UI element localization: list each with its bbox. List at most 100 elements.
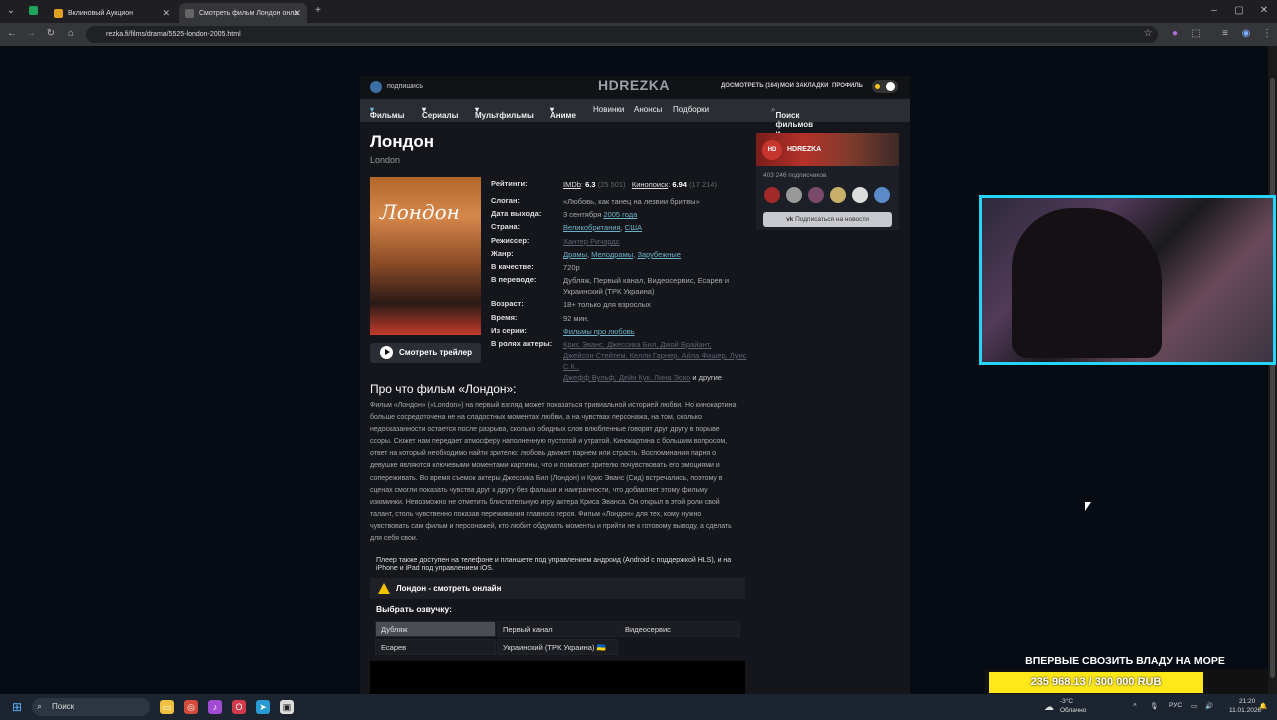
country-link[interactable]: США	[625, 223, 642, 232]
scrollbar-thumb[interactable]	[1270, 78, 1275, 678]
voice-videoservice[interactable]: Видеосервис	[619, 621, 740, 637]
bookmarks-link[interactable]: МОИ ЗАКЛАДКИ	[780, 83, 828, 89]
profile-link[interactable]: ПРОФИЛЬ	[832, 83, 863, 89]
voice-esarev[interactable]: Есарев	[375, 639, 496, 655]
language-indicator[interactable]: РУС	[1169, 702, 1182, 709]
nav-series[interactable]: Сериалы ▾	[422, 105, 458, 120]
notification-icon[interactable]: 🔔	[1259, 702, 1267, 710]
mouse-cursor-icon	[1085, 502, 1091, 511]
actors-list[interactable]: Джейсон Стейтем, Келли Гарнер, Айла Фише…	[563, 350, 748, 372]
extension-icon[interactable]: ●	[1168, 28, 1182, 39]
network-icon[interactable]: ▭	[1191, 702, 1197, 710]
series-value: Фильмы про любовь	[563, 326, 743, 337]
tab-search-icon[interactable]: ⌄	[4, 5, 18, 16]
genre-link[interactable]: Мелодрамы	[591, 250, 633, 259]
nav-anime[interactable]: Аниме ▾	[550, 105, 576, 120]
mic-icon[interactable]: 🎙	[1150, 702, 1158, 710]
menu-icon[interactable]: ⋮	[1260, 28, 1274, 39]
tray-arrow-icon[interactable]: ˄	[1133, 702, 1137, 709]
theme-toggle[interactable]	[872, 80, 898, 93]
close-icon[interactable]: ✕	[162, 8, 170, 19]
forward-icon[interactable]: →	[24, 28, 38, 39]
kinopoisk-link[interactable]: Кинопоиск	[632, 180, 668, 189]
hdrezka-avatar[interactable]: HD	[762, 140, 782, 160]
clock-date[interactable]: 11.01.2026	[1229, 707, 1261, 714]
director-link[interactable]: Хантер Ричардс	[563, 237, 620, 246]
subscribe-icon[interactable]	[370, 81, 382, 93]
avatar[interactable]	[852, 187, 868, 203]
clock-time[interactable]: 21:20	[1239, 698, 1255, 705]
nav-new[interactable]: Новинки	[593, 105, 624, 114]
maximize-icon[interactable]: ▢	[1232, 5, 1246, 16]
reload-icon[interactable]: ↻	[44, 28, 58, 39]
nav-collections[interactable]: Подборки	[673, 105, 709, 114]
player-note: Плеер также доступен на телефоне и планш…	[376, 557, 732, 572]
label-time: Время:	[491, 313, 518, 322]
avatar[interactable]	[830, 187, 846, 203]
director-value: Хантер Ричардс	[563, 236, 743, 247]
tab-title: Вклиновый Аукцион	[68, 9, 133, 17]
actors-list[interactable]: Джефф Вульф, Дейн Кук, Лина Эско	[563, 373, 690, 382]
time-value: 92 мин.	[563, 314, 589, 323]
weather-text[interactable]: Облачно	[1060, 707, 1086, 714]
telegram-icon[interactable]: ➤	[256, 700, 270, 714]
tab-rezka[interactable]: Смотреть фильм Лондон онла ✕	[179, 3, 307, 23]
new-tab-icon[interactable]: +	[311, 5, 325, 16]
slogan-value: «Любовь, как танец на лезвии бритвы»	[563, 197, 700, 206]
avatar[interactable]	[764, 187, 780, 203]
windows-start-icon[interactable]: ⊞	[10, 700, 24, 714]
vk-subscribe-button[interactable]: vk Подписаться на новости	[763, 212, 892, 227]
avatar[interactable]	[808, 187, 824, 203]
voice-ukrainian[interactable]: Украинский (ТРК Украина) 🇺🇦	[497, 639, 618, 655]
genre-value: Драмы, Мелодрамы, Зарубежные	[563, 250, 681, 259]
chrome-icon[interactable]: ◎	[184, 700, 198, 714]
voice-channel-one[interactable]: Первый канал	[497, 621, 618, 637]
home-icon[interactable]: ⌂	[64, 28, 78, 39]
nav-announcements[interactable]: Анонсы	[634, 105, 662, 114]
donation-goal-title: ВПЕРВЫЕ СВОЗИТЬ ВЛАДУ НА МОРЕ	[1025, 655, 1225, 667]
back-icon[interactable]: ←	[5, 28, 19, 39]
close-icon[interactable]: ✕	[293, 8, 301, 19]
search-field[interactable]: ⌕ Поиск фильмов и сериалов	[771, 105, 813, 147]
address-bar[interactable]: rezka.fi/films/drama/5525-london-2005.ht…	[86, 26, 1158, 43]
genre-link[interactable]: Драмы	[563, 250, 587, 259]
window-close-icon[interactable]: ✕	[1257, 5, 1271, 16]
vk-group-name[interactable]: HDREZKA	[787, 146, 821, 153]
bookmark-star-icon[interactable]: ☆	[1141, 28, 1155, 39]
imdb-link[interactable]: IMDb	[563, 180, 581, 189]
video-player[interactable]	[370, 661, 745, 694]
year-link[interactable]: 2005 года	[603, 210, 637, 219]
minimize-icon[interactable]: –	[1207, 5, 1221, 16]
actors-list[interactable]: Крис Эванс, Джессика Бил, Джой Брайант,	[563, 339, 748, 350]
app-icon[interactable]: ▣	[280, 700, 294, 714]
extensions-icon[interactable]: ⬚	[1189, 28, 1203, 39]
vk-icon: vk	[786, 216, 794, 223]
label-quality: В качестве:	[491, 262, 534, 271]
subscribe-link[interactable]: подпишись	[387, 83, 423, 90]
country-link[interactable]: Великобритания	[563, 223, 621, 232]
avatar[interactable]	[874, 187, 890, 203]
volume-icon[interactable]: 🔊	[1205, 702, 1213, 710]
voice-label: Выбрать озвучку:	[376, 604, 452, 614]
opera-icon[interactable]: O	[232, 700, 246, 714]
weather-temp[interactable]: -3°C	[1060, 698, 1073, 705]
reading-list-icon[interactable]: ≡	[1218, 28, 1232, 39]
tab-auction[interactable]: Вклиновый Аукцион ✕	[48, 3, 176, 23]
label-genre: Жанр:	[491, 249, 514, 258]
series-link[interactable]: Фильмы про любовь	[563, 327, 635, 336]
nav-cartoons[interactable]: Мультфильмы ▾	[475, 105, 534, 120]
label-director: Режиссер:	[491, 236, 530, 245]
sheets-icon[interactable]	[29, 6, 38, 15]
music-app-icon[interactable]: ♪	[208, 700, 222, 714]
taskbar-search[interactable]: Поиск	[32, 698, 150, 716]
watch-later-link[interactable]: ДОСМОТРЕТЬ (164)	[721, 83, 779, 89]
nav-films[interactable]: Фильмы ▾	[370, 105, 405, 120]
file-explorer-icon[interactable]: ▭	[160, 700, 174, 714]
weather-icon: ☁	[1044, 702, 1054, 713]
profile-avatar-icon[interactable]: ◉	[1239, 28, 1253, 39]
genre-link[interactable]: Зарубежные	[637, 250, 681, 259]
voice-dub[interactable]: Дубляж	[375, 621, 496, 637]
avatar[interactable]	[786, 187, 802, 203]
release-value: 3 сентября 2005 года	[563, 210, 638, 219]
site-logo[interactable]: HDREZKA	[598, 77, 672, 95]
